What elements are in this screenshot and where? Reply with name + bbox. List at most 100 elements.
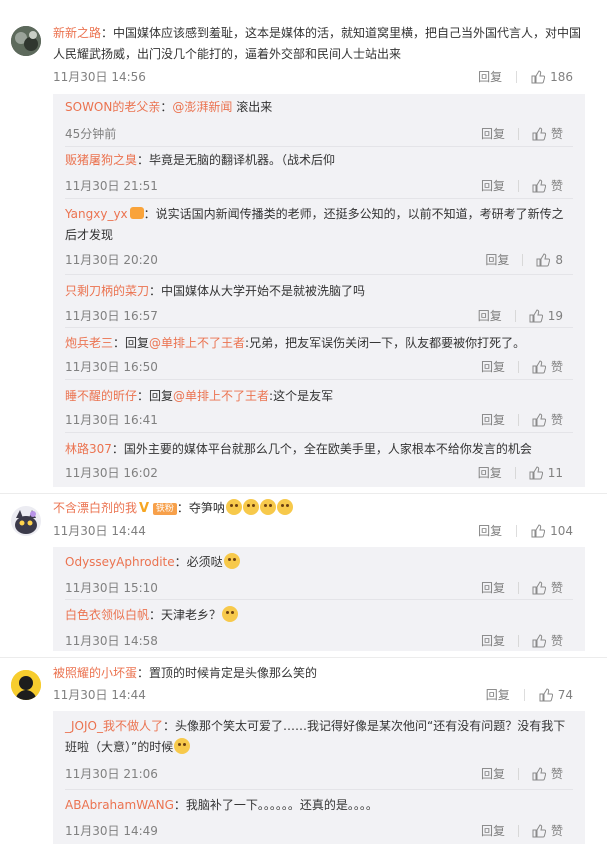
reply-time: 11月30日 16:50: [65, 360, 158, 374]
like-button[interactable]: 赞: [532, 359, 563, 375]
reply-button[interactable]: 回复: [485, 252, 509, 268]
reply-username[interactable]: 林路307: [65, 442, 112, 456]
mention-link[interactable]: @澎湃新闻: [172, 100, 232, 114]
reply-item: 睡不醒的昕仔：回复@单排上不了王者:这个是友军 11月30日 16:41 回复 …: [65, 386, 573, 427]
like-button[interactable]: 赞: [532, 580, 563, 596]
action-separator: [516, 71, 518, 83]
action-separator: [517, 635, 519, 647]
like-button[interactable]: 赞: [532, 633, 563, 649]
thumbs-up-icon: [531, 524, 546, 538]
user-badge-icon: [129, 207, 144, 219]
comment-body: 被照耀的小坏蛋：置顶的时候肯定是头像那么笑的: [53, 663, 585, 684]
reply-time: 11月30日 21:06: [65, 767, 158, 781]
reply-text: ：毕竟是无脑的翻译机器。（战术后仰: [137, 153, 336, 167]
reply-item: 贩猪屠狗之臭：毕竟是无脑的翻译机器。（战术后仰 11月30日 21:51 回复 …: [65, 150, 573, 193]
like-count: 赞: [550, 360, 563, 374]
dog-emoji-icon: [225, 499, 242, 515]
reply-time: 11月30日 16:02: [65, 466, 158, 480]
reply-username[interactable]: Yangxy_yx: [65, 207, 128, 221]
thumbs-up-icon: [536, 253, 551, 267]
reply-username[interactable]: 睡不醒的昕仔: [65, 389, 137, 403]
action-separator: [522, 254, 524, 266]
like-count: 186: [550, 70, 573, 84]
like-button[interactable]: 8: [536, 252, 563, 268]
comment-username[interactable]: 新新之路: [53, 26, 101, 40]
reply-button[interactable]: 回复: [486, 687, 510, 703]
like-button[interactable]: 11: [529, 465, 563, 481]
reply-username[interactable]: SOWON的老父亲: [65, 100, 160, 114]
comment-text: ：中国媒体应该感到羞耻，这本是媒体的活，就知道窝里横，把自己当外国代言人，对中国…: [53, 26, 582, 61]
avatar-image: [11, 26, 41, 56]
reply-text: ：我脑补了一下。。。。。。还真的是。。。。: [173, 798, 378, 812]
reply-divider: [65, 327, 573, 328]
reply-button[interactable]: 回复: [481, 359, 505, 375]
like-button[interactable]: 赞: [532, 412, 563, 428]
reply-button[interactable]: 回复: [478, 465, 502, 481]
action-separator: [516, 525, 518, 537]
reply-username[interactable]: 贩猪屠狗之臭: [65, 153, 137, 167]
like-count: 74: [557, 688, 573, 702]
reply-username[interactable]: _JOJO_我不做人了: [65, 719, 163, 733]
like-count: 赞: [550, 413, 563, 427]
reply-button[interactable]: 回复: [478, 523, 502, 539]
like-button[interactable]: 赞: [532, 178, 563, 194]
action-separator: [517, 128, 519, 140]
reply-username[interactable]: 炮兵老三: [65, 336, 113, 350]
reply-list: SOWON的老父亲：@澎湃新闻 滚出来 45分钟前 回复 赞 贩猪屠狗之臭：毕竟…: [53, 94, 585, 487]
reply-button[interactable]: 回复: [481, 823, 505, 839]
like-count: 8: [555, 253, 563, 267]
reply-username[interactable]: 白色衣领似白帆: [65, 608, 149, 622]
action-separator: [517, 180, 519, 192]
reply-item: 炮兵老三：回复@单排上不了王者:兄弟，把友军误伤关闭一下，队友都要被你打死了。 …: [65, 333, 573, 374]
reply-time: 11月30日 14:58: [65, 634, 158, 648]
thumbs-up-icon: [532, 179, 546, 193]
like-button[interactable]: 186: [531, 69, 573, 85]
reply-button[interactable]: 回复: [481, 766, 505, 782]
reply-time: 11月30日 16:41: [65, 413, 158, 427]
like-button[interactable]: 74: [539, 687, 573, 703]
like-button[interactable]: 赞: [532, 126, 563, 142]
reply-time: 11月30日 21:51: [65, 179, 158, 193]
like-count: 104: [550, 524, 573, 538]
comment-divider: [0, 657, 607, 658]
reply-item: SOWON的老父亲：@澎湃新闻 滚出来 45分钟前 回复 赞: [65, 97, 573, 141]
reply-time: 11月30日 15:10: [65, 581, 158, 595]
reply-button[interactable]: 回复: [481, 580, 505, 596]
mention-link[interactable]: @单排上不了王者: [149, 336, 245, 350]
thumbs-up-icon: [532, 127, 546, 141]
like-button[interactable]: 赞: [532, 766, 563, 782]
reply-item: 只剩刀柄的菜刀：中国媒体从大学开始不是就被洗脑了吗 11月30日 16:57 回…: [65, 281, 573, 323]
action-separator: [514, 467, 516, 479]
reply-button[interactable]: 回复: [481, 178, 505, 194]
reply-item: 白色衣领似白帆：天津老乡？ 11月30日 14:58 回复 赞: [65, 605, 573, 648]
reply-username[interactable]: 只剩刀柄的菜刀: [65, 284, 149, 298]
comment-username[interactable]: 不含漂白剂的我: [53, 501, 137, 515]
like-button[interactable]: 19: [529, 308, 563, 324]
reply-time: 11月30日 16:57: [65, 309, 158, 323]
thumbs-up-icon: [532, 767, 546, 781]
thumbs-up-icon: [539, 688, 553, 702]
mention-link[interactable]: @单排上不了王者: [173, 389, 269, 403]
reply-button[interactable]: 回复: [478, 69, 502, 85]
reply-text: ：中国媒体从大学开始不是就被洗脑了吗: [149, 284, 366, 298]
reply-prefix: ：: [160, 100, 173, 114]
avatar[interactable]: [11, 26, 41, 56]
comment-username[interactable]: 被照耀的小坏蛋: [53, 666, 137, 680]
like-button[interactable]: 赞: [532, 823, 563, 839]
like-button[interactable]: 104: [531, 523, 573, 539]
reply-button[interactable]: 回复: [478, 308, 502, 324]
avatar-image: [11, 670, 41, 700]
reply-divider: [65, 432, 573, 433]
avatar[interactable]: [11, 670, 41, 700]
thumbs-up-icon: [532, 824, 546, 838]
reply-username[interactable]: OdysseyAphrodite: [65, 555, 175, 569]
reply-button[interactable]: 回复: [481, 633, 505, 649]
reply-button[interactable]: 回复: [481, 126, 505, 142]
action-separator: [517, 825, 519, 837]
laugh-emoji-icon: [174, 738, 191, 754]
thumbs-up-icon: [532, 360, 546, 374]
avatar[interactable]: [11, 506, 41, 536]
reply-button[interactable]: 回复: [481, 412, 505, 428]
reply-username[interactable]: ABAbrahamWANG: [65, 798, 174, 812]
thumbs-up-icon: [529, 309, 543, 323]
